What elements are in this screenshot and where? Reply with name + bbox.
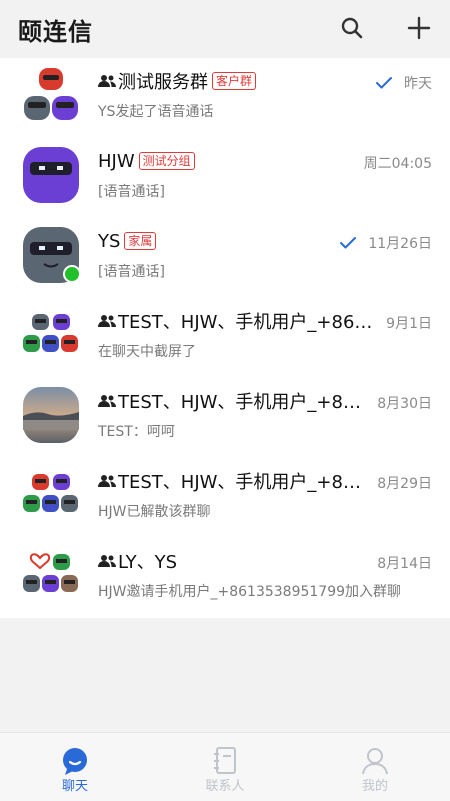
conversation-name: YS xyxy=(98,230,121,252)
conversation-name: TEST、HJW、手机用户_+8… xyxy=(118,392,361,413)
group-avatar xyxy=(22,546,80,604)
conversation-tag: 家属 xyxy=(124,232,157,250)
conversation-tag: 测试分组 xyxy=(138,152,195,170)
plus-icon xyxy=(407,16,431,40)
read-check-icon xyxy=(340,236,357,250)
conversation-row[interactable]: TEST、HJW、手机用户_+86… 9月1日 在聊天中截屏了 xyxy=(0,298,450,378)
conversation-time: 11月26日 xyxy=(368,236,432,252)
tab-label: 我的 xyxy=(361,779,388,794)
conversation-name: 测试服务群 xyxy=(118,72,208,93)
message-preview: HJW已解散该群聊 xyxy=(98,504,211,520)
conversation-time: 周二04:05 xyxy=(363,156,432,172)
tab-label: 聊天 xyxy=(61,779,88,794)
group-icon xyxy=(98,554,116,568)
conversation-row[interactable]: TEST、HJW、手机用户_+8… 8月30日 TEST：呵呵 xyxy=(0,378,450,458)
group-icon xyxy=(98,394,116,408)
tab-profile[interactable]: 我的 xyxy=(300,733,450,801)
tab-contacts[interactable]: 联系人 xyxy=(150,733,300,801)
conversation-time: 8月29日 xyxy=(377,476,432,492)
tab-chat[interactable]: 聊天 xyxy=(0,733,150,801)
conversation-row[interactable]: HJW 测试分组 周二04:05 [语音通话] xyxy=(0,138,450,218)
conversation-time: 8月30日 xyxy=(377,396,432,412)
search-icon xyxy=(341,17,363,39)
tab-label: 联系人 xyxy=(205,779,245,794)
conversation-row[interactable]: 测试服务群 客户群 昨天 YS发起了语音通话 xyxy=(0,58,450,138)
app-title: 颐连信 xyxy=(18,18,93,46)
group-icon xyxy=(98,314,116,328)
group-icon xyxy=(98,474,116,488)
conversation-row[interactable]: LY、YS 8月14日 HJW邀请手机用户_+8613538951799加入群聊 xyxy=(0,538,450,618)
message-preview: TEST：呵呵 xyxy=(98,424,175,440)
bottom-tab-bar: 聊天 联系人 我的 xyxy=(0,732,450,801)
conversation-tag: 客户群 xyxy=(212,72,257,90)
contacts-book-icon xyxy=(209,745,241,777)
search-button[interactable] xyxy=(338,14,366,42)
conversation-row[interactable]: TEST、HJW、手机用户_+8… 8月29日 HJW已解散该群聊 xyxy=(0,458,450,538)
message-preview: [语音通话] xyxy=(98,184,165,200)
message-preview: 在聊天中截屏了 xyxy=(98,344,196,360)
message-preview: [语音通话] xyxy=(98,264,165,280)
conversation-name: HJW xyxy=(98,150,135,172)
conversation-time: 昨天 xyxy=(404,76,432,92)
conversation-row[interactable]: YS 家属 11月26日 [语音通话] xyxy=(0,218,450,298)
group-icon xyxy=(98,74,116,88)
group-avatar xyxy=(22,306,80,364)
conversation-list: 测试服务群 客户群 昨天 YS发起了语音通话 HJW 测试分组 周二04:05 xyxy=(0,58,450,618)
app-header: 颐连信 xyxy=(0,0,450,56)
message-preview: YS发起了语音通话 xyxy=(98,104,214,120)
group-avatar-photo xyxy=(22,386,80,444)
conversation-time: 9月1日 xyxy=(386,316,432,332)
user-avatar xyxy=(22,146,80,204)
read-check-icon xyxy=(376,76,392,90)
message-preview: HJW邀请手机用户_+8613538951799加入群聊 xyxy=(98,584,402,600)
group-avatar xyxy=(22,466,80,524)
conversation-name: TEST、HJW、手机用户_+86… xyxy=(118,312,373,333)
group-avatar xyxy=(22,66,80,124)
chat-bubble-icon xyxy=(59,745,91,777)
online-status-dot xyxy=(63,265,81,283)
conversation-name: LY、YS xyxy=(118,552,178,573)
conversation-name: TEST、HJW、手机用户_+8… xyxy=(118,472,361,493)
conversation-time: 8月14日 xyxy=(377,556,432,572)
person-icon xyxy=(359,745,391,777)
add-button[interactable] xyxy=(405,14,433,42)
